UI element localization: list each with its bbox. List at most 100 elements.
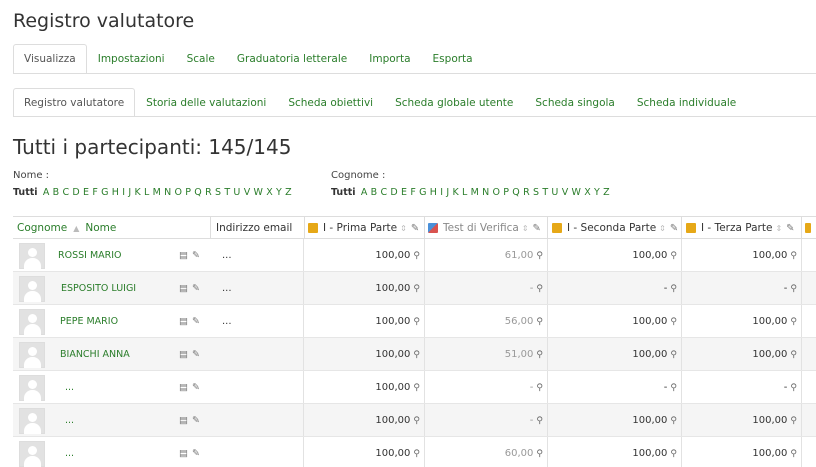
filter-letter-r[interactable]: R: [523, 187, 530, 198]
filter-letter-u[interactable]: U: [233, 187, 240, 198]
avatar[interactable]: [19, 276, 45, 302]
zoom-icon[interactable]: ⚲: [670, 449, 677, 459]
header-grade-3[interactable]: I - Seconda Parte ⇕ ✎: [547, 217, 681, 239]
filter-letter-m[interactable]: M: [153, 187, 161, 198]
tab-3[interactable]: Graduatoria letterale: [226, 44, 358, 73]
filter-letter-y[interactable]: Y: [594, 187, 600, 198]
grade-cell[interactable]: 100,00 ⚲: [547, 404, 681, 437]
grade-value[interactable]: 100,00: [375, 316, 410, 327]
subtab-1[interactable]: Storia delle valutazioni: [135, 88, 277, 116]
filter-letter-l[interactable]: L: [144, 187, 149, 198]
zoom-icon[interactable]: ⚲: [790, 350, 797, 360]
zoom-icon[interactable]: ⚲: [670, 284, 677, 294]
sort-both-icon[interactable]: ⇕: [400, 224, 407, 233]
grade-cell[interactable]: 100,00 ⚲: [681, 305, 801, 338]
edit-icon[interactable]: ✎: [786, 223, 794, 234]
student-name-link[interactable]: PEPE MARIO: [60, 305, 118, 338]
grade-value[interactable]: -: [784, 283, 788, 294]
filter-letter-z[interactable]: Z: [603, 187, 610, 198]
zoom-icon[interactable]: ⚲: [413, 317, 420, 327]
zoom-icon[interactable]: ⚲: [790, 383, 797, 393]
zoom-icon[interactable]: ⚲: [536, 317, 543, 327]
avatar[interactable]: [19, 408, 45, 434]
filter-letter-r[interactable]: R: [205, 187, 212, 198]
filter-letter-d[interactable]: D: [390, 187, 397, 198]
filter-letter-a[interactable]: A: [43, 187, 50, 198]
filter-letter-l[interactable]: L: [462, 187, 467, 198]
header-email[interactable]: Indirizzo email: [210, 217, 292, 239]
filter-letter-j[interactable]: J: [446, 187, 449, 198]
zoom-icon[interactable]: ⚲: [670, 416, 677, 426]
filter-letter-n[interactable]: N: [482, 187, 489, 198]
grade-cell[interactable]: 100,00 ⚲: [547, 305, 681, 338]
filter-letter-k[interactable]: K: [134, 187, 140, 198]
grade-cell[interactable]: 60,00 ⚲: [424, 437, 547, 467]
filter-letter-q[interactable]: Q: [512, 187, 519, 198]
zoom-icon[interactable]: ⚲: [536, 416, 543, 426]
filter-letter-b[interactable]: B: [53, 187, 60, 198]
subtab-3[interactable]: Scheda globale utente: [384, 88, 524, 116]
student-name-link[interactable]: ...: [65, 437, 74, 467]
header-grade-1-label[interactable]: I - Prima Parte: [323, 222, 397, 234]
zoom-icon[interactable]: ⚲: [413, 350, 420, 360]
grade-value[interactable]: -: [530, 283, 534, 294]
grade-cell[interactable]: 100,00 ⚲: [304, 338, 424, 371]
grade-value[interactable]: 100,00: [375, 415, 410, 426]
subtab-5[interactable]: Scheda individuale: [626, 88, 747, 116]
zoom-icon[interactable]: ⚲: [413, 416, 420, 426]
avatar[interactable]: [19, 441, 45, 467]
edit-icon[interactable]: ✎: [192, 349, 204, 360]
filter-letter-i[interactable]: I: [440, 187, 443, 198]
filter-letter-o[interactable]: O: [492, 187, 499, 198]
grade-cell[interactable]: - ⚲: [681, 272, 801, 305]
grade-cell[interactable]: - ⚲: [681, 371, 801, 404]
header-cognome-label[interactable]: Cognome: [17, 222, 67, 234]
zoom-icon[interactable]: ⚲: [670, 317, 677, 327]
grade-cell[interactable]: 56,00 ⚲: [424, 305, 547, 338]
report-icon[interactable]: ▤: [179, 415, 192, 426]
sort-both-icon[interactable]: ⇕: [775, 224, 782, 233]
edit-icon[interactable]: ✎: [192, 382, 204, 393]
grade-cell[interactable]: 100,00 ⚲: [547, 239, 681, 272]
grade-value[interactable]: 100,00: [632, 349, 667, 360]
filter-letter-f[interactable]: F: [410, 187, 415, 198]
zoom-icon[interactable]: ⚲: [790, 251, 797, 261]
tab-1[interactable]: Impostazioni: [87, 44, 176, 73]
grade-cell[interactable]: - ⚲: [424, 404, 547, 437]
zoom-icon[interactable]: ⚲: [790, 416, 797, 426]
filter-letter-e[interactable]: E: [401, 187, 407, 198]
grade-value[interactable]: -: [530, 415, 534, 426]
zoom-icon[interactable]: ⚲: [413, 383, 420, 393]
filter-letter-e[interactable]: E: [83, 187, 89, 198]
filter-letter-h[interactable]: H: [112, 187, 119, 198]
filter-letter-c[interactable]: C: [380, 187, 387, 198]
grade-cell[interactable]: - ⚲: [424, 371, 547, 404]
grade-cell[interactable]: 100,00 ⚲: [304, 239, 424, 272]
grade-value[interactable]: 61,00: [505, 250, 534, 261]
filter-letter-a[interactable]: A: [361, 187, 368, 198]
filter-letter-y[interactable]: Y: [276, 187, 282, 198]
sort-both-icon[interactable]: ⇕: [659, 224, 666, 233]
report-icon[interactable]: ▤: [179, 316, 192, 327]
filter-letter-p[interactable]: P: [503, 187, 509, 198]
grade-value[interactable]: 100,00: [752, 448, 787, 459]
zoom-icon[interactable]: ⚲: [536, 284, 543, 294]
filter-letter-b[interactable]: B: [371, 187, 378, 198]
filter-letter-f[interactable]: F: [92, 187, 97, 198]
grade-value[interactable]: 60,00: [505, 448, 534, 459]
subtab-0[interactable]: Registro valutatore: [13, 88, 136, 116]
grade-value[interactable]: 100,00: [752, 349, 787, 360]
filter-letter-w[interactable]: W: [253, 187, 262, 198]
filter-letter-k[interactable]: K: [452, 187, 458, 198]
zoom-icon[interactable]: ⚲: [790, 449, 797, 459]
tab-0[interactable]: Visualizza: [13, 44, 87, 73]
zoom-icon[interactable]: ⚲: [413, 449, 420, 459]
filter-letter-g[interactable]: G: [419, 187, 426, 198]
report-icon[interactable]: ▤: [179, 250, 192, 261]
edit-icon[interactable]: ✎: [192, 415, 204, 426]
zoom-icon[interactable]: ⚲: [413, 284, 420, 294]
zoom-icon[interactable]: ⚲: [670, 251, 677, 261]
grade-value[interactable]: 100,00: [375, 250, 410, 261]
grade-cell[interactable]: 100,00 ⚲: [547, 338, 681, 371]
filter-letter-x[interactable]: X: [266, 187, 273, 198]
